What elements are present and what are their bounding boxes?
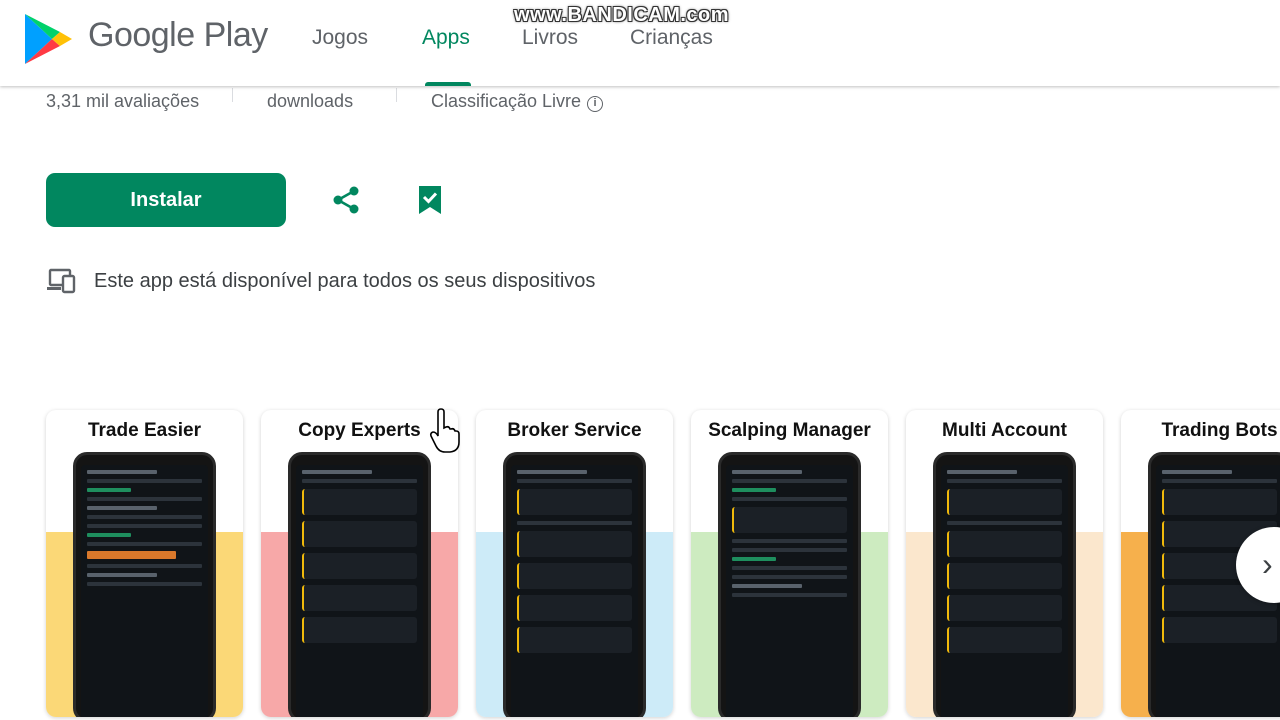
device-availability-text: Este app está disponível para todos os s…: [94, 270, 596, 292]
install-button[interactable]: Instalar: [46, 173, 286, 227]
screenshot-title: Trading Bots: [1161, 420, 1278, 441]
info-icon[interactable]: i: [587, 96, 604, 112]
screenshot-card[interactable]: Broker Service: [476, 410, 673, 717]
google-play-logo-icon[interactable]: [22, 12, 74, 66]
phone-mockup: [73, 452, 216, 717]
devices-icon: [47, 268, 76, 294]
phone-mockup: [933, 452, 1076, 717]
phone-screen: [726, 465, 853, 717]
phone-screen: [81, 465, 208, 717]
nav-tab-criancas[interactable]: Crianças: [630, 26, 713, 50]
active-tab-indicator: [425, 82, 471, 86]
screenshot-title: Scalping Manager: [708, 420, 871, 441]
reviews-count: 3,31 mil avaliações: [46, 91, 200, 111]
screenshot-title: Broker Service: [507, 420, 642, 441]
bookmark-check-icon[interactable]: [416, 184, 444, 216]
content-rating-label: Classificação Livre: [431, 91, 582, 111]
nav-tab-jogos[interactable]: Jogos: [312, 26, 368, 50]
top-app-bar: Google Play Jogos Apps Livros Crianças w…: [0, 0, 1280, 86]
stat-divider: [396, 88, 397, 102]
screenshot-card[interactable]: Copy Experts: [261, 410, 458, 717]
screenshot-card[interactable]: Multi Account: [906, 410, 1103, 717]
screenshot-card[interactable]: Trade Easier: [46, 410, 243, 717]
brand-name[interactable]: Google Play: [88, 16, 268, 55]
recorder-watermark: www.BANDICAM.com: [514, 4, 730, 26]
phone-screen: [296, 465, 423, 717]
phone-mockup: [288, 452, 431, 717]
screenshot-title: Trade Easier: [87, 420, 202, 441]
stat-divider: [232, 88, 233, 102]
phone-mockup: [718, 452, 861, 717]
downloads-label: downloads: [267, 91, 354, 111]
nav-tab-livros[interactable]: Livros: [522, 26, 578, 50]
screenshot-title: Multi Account: [942, 420, 1067, 441]
nav-tab-apps[interactable]: Apps: [422, 26, 470, 50]
phone-screen: [511, 465, 638, 717]
content-rating: Classificação Livre i: [431, 91, 604, 112]
screenshot-card[interactable]: Scalping Manager: [691, 410, 888, 717]
hand-cursor-icon: [429, 408, 460, 453]
phone-screen: [941, 465, 1068, 717]
phone-mockup: [503, 452, 646, 717]
share-icon[interactable]: [330, 184, 362, 216]
